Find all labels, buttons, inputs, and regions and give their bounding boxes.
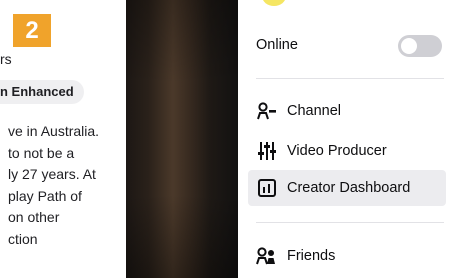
body-line: play Path of	[8, 187, 82, 204]
article-column: 2 rs n Enhanced ve in Australia. to not …	[0, 0, 126, 278]
menu-item-video-producer[interactable]: Video Producer	[248, 133, 446, 169]
online-label: Online	[256, 37, 298, 53]
user-dropdown-menu: Online Channel Video Producer Creator Da…	[238, 0, 452, 278]
menu-divider	[256, 222, 444, 223]
body-line: ve in Australia.	[8, 123, 100, 139]
menu-item-friends[interactable]: Friends	[248, 238, 446, 274]
menu-item-label: Channel	[287, 103, 342, 119]
tag-pill[interactable]: n Enhanced	[0, 80, 84, 104]
avatar[interactable]	[262, 0, 286, 6]
article-body: ve in Australia. to not be a ly 27 years…	[8, 121, 99, 250]
channel-person-icon	[256, 101, 278, 121]
friends-icon	[256, 246, 278, 266]
menu-item-channel[interactable]: Channel	[248, 93, 446, 129]
online-status-row[interactable]: Online	[248, 27, 446, 63]
video-background	[126, 0, 238, 278]
sliders-icon	[256, 141, 278, 161]
body-line: on other	[8, 209, 60, 225]
body-line: ction	[8, 230, 38, 247]
step-number-badge: 2	[13, 14, 51, 47]
body-line: ly 27 years. At	[8, 166, 96, 182]
menu-item-label: Video Producer	[287, 143, 387, 159]
body-line: to not be a	[8, 144, 75, 161]
online-toggle[interactable]	[398, 35, 442, 57]
toggle-knob	[401, 38, 417, 54]
menu-item-label: Friends	[287, 248, 336, 264]
text-fragment: rs	[0, 51, 12, 67]
menu-item-label: Creator Dashboard	[287, 180, 411, 196]
menu-divider	[256, 78, 444, 79]
menu-item-creator-dashboard[interactable]: Creator Dashboard	[248, 170, 446, 206]
bar-chart-icon	[256, 178, 278, 198]
